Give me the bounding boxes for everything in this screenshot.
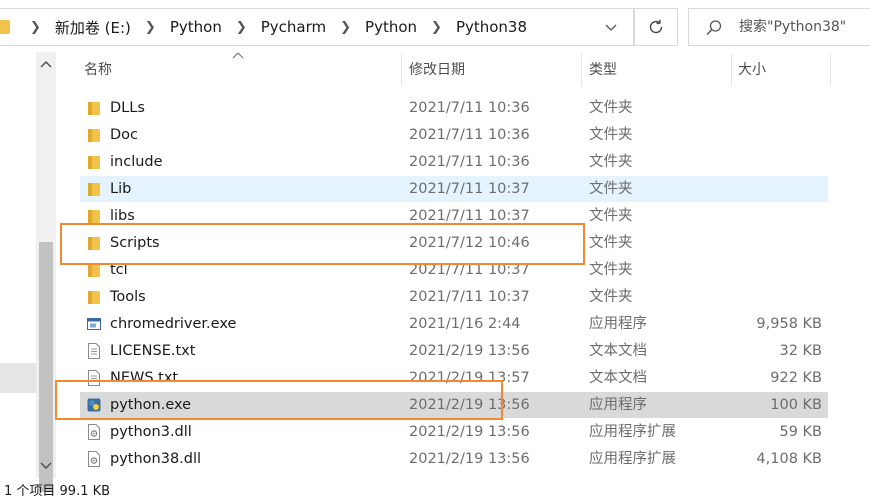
column-divider[interactable] bbox=[830, 54, 831, 86]
file-type: 文件夹 bbox=[589, 289, 633, 305]
file-type: 文件夹 bbox=[589, 235, 633, 251]
refresh-button[interactable] bbox=[634, 8, 678, 46]
folder-icon bbox=[86, 180, 102, 198]
file-row[interactable]: Doc 2021/7/11 10:36 文件夹 bbox=[80, 122, 828, 148]
file-name: python3.dll bbox=[110, 424, 192, 440]
file-type: 文件夹 bbox=[589, 154, 633, 170]
vertical-scrollbar[interactable] bbox=[36, 52, 56, 492]
column-divider[interactable] bbox=[581, 54, 582, 86]
file-row[interactable]: DLLs 2021/7/11 10:36 文件夹 bbox=[80, 95, 828, 121]
chevron-right-icon[interactable]: ❯ bbox=[340, 20, 351, 35]
file-type: 应用程序扩展 bbox=[589, 451, 676, 467]
file-date: 2021/7/11 10:37 bbox=[409, 181, 530, 197]
folder-icon bbox=[0, 20, 10, 34]
file-row[interactable]: Lib 2021/7/11 10:37 文件夹 bbox=[80, 176, 828, 202]
file-name: chromedriver.exe bbox=[110, 316, 237, 332]
file-date: 2021/7/11 10:36 bbox=[409, 100, 530, 116]
file-date: 2021/1/16 2:44 bbox=[409, 316, 521, 332]
file-size: 100 KB bbox=[770, 397, 822, 413]
file-row[interactable]: Tools 2021/7/11 10:37 文件夹 bbox=[80, 284, 828, 310]
file-type: 文件夹 bbox=[589, 100, 633, 116]
breadcrumb-item-python38[interactable]: Python38 bbox=[456, 18, 527, 36]
file-type: 应用程序 bbox=[589, 397, 647, 413]
file-type: 文件夹 bbox=[589, 127, 633, 143]
column-header-date[interactable]: 修改日期 bbox=[409, 54, 465, 86]
file-date: 2021/2/19 13:56 bbox=[409, 424, 530, 440]
file-row[interactable]: LICENSE.txt 2021/2/19 13:56 文本文档 32 KB bbox=[80, 338, 828, 364]
chevron-down-icon[interactable] bbox=[604, 22, 618, 32]
chevron-right-icon[interactable]: ❯ bbox=[236, 20, 247, 35]
app-icon bbox=[86, 315, 102, 333]
file-name: Tools bbox=[110, 289, 146, 305]
navigation-selected-item[interactable] bbox=[0, 363, 36, 393]
file-date: 2021/7/11 10:37 bbox=[409, 289, 530, 305]
chevron-right-icon[interactable]: ❯ bbox=[431, 20, 442, 35]
sort-ascending-icon bbox=[232, 52, 244, 59]
column-header-type[interactable]: 类型 bbox=[589, 54, 617, 86]
dll-icon bbox=[86, 423, 102, 441]
file-date: 2021/7/11 10:36 bbox=[409, 127, 530, 143]
file-type: 文本文档 bbox=[589, 370, 647, 386]
address-bar[interactable]: ❯ 新加卷 (E:) ❯ Python ❯ Pycharm ❯ Python ❯… bbox=[0, 8, 634, 46]
highlight-python-exe-annotation bbox=[55, 380, 503, 420]
file-name: Lib bbox=[110, 181, 132, 197]
highlight-scripts-annotation bbox=[60, 223, 585, 265]
folder-icon bbox=[86, 126, 102, 144]
file-date: 2021/7/11 10:36 bbox=[409, 154, 530, 170]
file-date: 2021/2/19 13:56 bbox=[409, 343, 530, 359]
breadcrumb-item-drive[interactable]: 新加卷 (E:) bbox=[55, 17, 131, 38]
file-row[interactable]: python3.dll 2021/2/19 13:56 应用程序扩展 59 KB bbox=[80, 419, 828, 445]
file-size: 922 KB bbox=[770, 370, 822, 386]
file-row[interactable]: python38.dll 2021/2/19 13:56 应用程序扩展 4,108 K… bbox=[80, 446, 828, 472]
file-type: 文件夹 bbox=[589, 208, 633, 224]
column-divider[interactable] bbox=[731, 54, 732, 86]
column-header-name[interactable]: 名称 bbox=[84, 54, 112, 86]
scroll-down-button[interactable] bbox=[36, 456, 56, 476]
dll-icon bbox=[86, 450, 102, 468]
file-name: DLLs bbox=[110, 100, 145, 116]
breadcrumb-item-pycharm[interactable]: Pycharm bbox=[261, 18, 326, 36]
breadcrumb-item-python[interactable]: Python bbox=[170, 18, 222, 36]
file-type: 文件夹 bbox=[589, 181, 633, 197]
breadcrumb: ❯ 新加卷 (E:) ❯ Python ❯ Pycharm ❯ Python ❯… bbox=[30, 9, 527, 45]
file-type: 文件夹 bbox=[589, 262, 633, 278]
file-row[interactable]: include 2021/7/11 10:36 文件夹 bbox=[80, 149, 828, 175]
column-header-size[interactable]: 大小 bbox=[738, 54, 766, 86]
status-bar-text: 1 个项目 99.1 KB bbox=[4, 484, 111, 499]
file-date: 2021/2/19 13:56 bbox=[409, 451, 530, 467]
refresh-icon bbox=[649, 19, 663, 34]
search-box[interactable]: 搜索"Python38" bbox=[688, 8, 870, 46]
breadcrumb-item-python-2[interactable]: Python bbox=[365, 18, 417, 36]
chevron-right-icon[interactable]: ❯ bbox=[30, 20, 41, 35]
folder-icon bbox=[86, 99, 102, 117]
file-name: include bbox=[110, 154, 163, 170]
folder-icon bbox=[86, 153, 102, 171]
chevron-down-icon bbox=[40, 462, 52, 470]
file-name: LICENSE.txt bbox=[110, 343, 196, 359]
navigation-pane[interactable] bbox=[0, 52, 36, 472]
file-row[interactable]: chromedriver.exe 2021/1/16 2:44 应用程序 9,958 … bbox=[80, 311, 828, 337]
file-type: 应用程序扩展 bbox=[589, 424, 676, 440]
chevron-right-icon[interactable]: ❯ bbox=[145, 20, 156, 35]
file-type: 应用程序 bbox=[589, 316, 647, 332]
file-name: Doc bbox=[110, 127, 139, 143]
file-size: 32 KB bbox=[779, 343, 822, 359]
file-size: 4,108 KB bbox=[756, 451, 822, 467]
search-icon bbox=[706, 20, 722, 36]
file-type: 文本文档 bbox=[589, 343, 647, 359]
chevron-up-icon bbox=[40, 60, 52, 68]
file-size: 59 KB bbox=[779, 424, 822, 440]
search-placeholder: 搜索"Python38" bbox=[739, 19, 847, 35]
file-name: python38.dll bbox=[110, 451, 202, 467]
scroll-up-button[interactable] bbox=[36, 54, 56, 74]
text-file-icon bbox=[86, 342, 102, 360]
file-size: 9,958 KB bbox=[756, 316, 822, 332]
column-divider[interactable] bbox=[401, 54, 402, 86]
scrollbar-thumb[interactable] bbox=[39, 242, 53, 492]
folder-icon bbox=[86, 288, 102, 306]
